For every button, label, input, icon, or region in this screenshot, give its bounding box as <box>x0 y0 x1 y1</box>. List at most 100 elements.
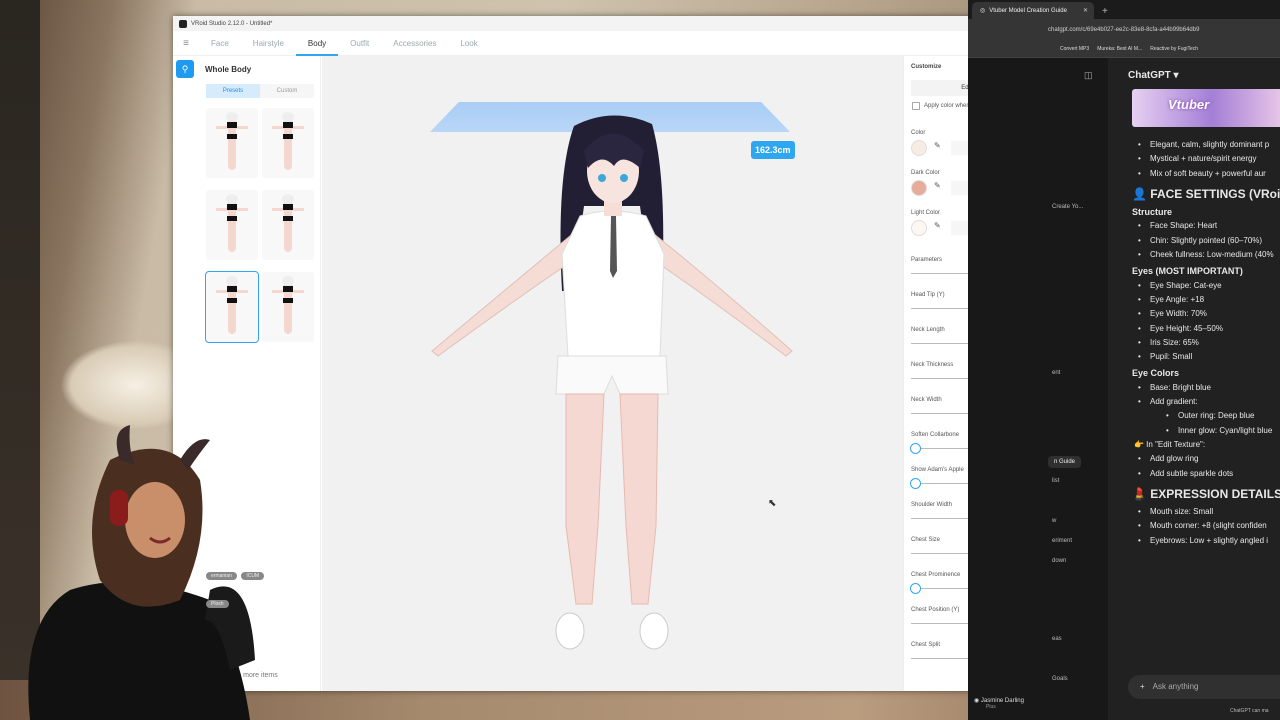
sidebar-toggle-icon[interactable]: ◫ <box>1084 70 1093 81</box>
sub-list-item: Inner glow: Cyan/light blue <box>1132 424 1280 439</box>
preset-item[interactable] <box>262 272 314 342</box>
tab-title: Vtuber Model Creation Guide <box>989 7 1067 14</box>
eyedropper-icon[interactable]: ✎ <box>934 221 941 230</box>
close-tab-icon[interactable]: ✕ <box>1083 7 1088 14</box>
whole-body-category-icon[interactable]: ⚲ <box>176 60 194 78</box>
list-item: Eye Angle: +18 <box>1132 293 1280 308</box>
preset-item[interactable] <box>262 108 314 178</box>
chatgpt-favicon-icon: ◎ <box>980 8 986 14</box>
tab-hairstyle[interactable]: Hairstyle <box>241 31 296 56</box>
avatar-model <box>431 115 793 650</box>
slider-handle[interactable] <box>910 583 921 594</box>
eyedropper-icon[interactable]: ✎ <box>934 181 941 190</box>
checkbox-icon[interactable] <box>912 102 920 110</box>
list-item: Face Shape: Heart <box>1132 219 1280 234</box>
list-item: Add glow ring <box>1132 452 1280 467</box>
bookmarks-bar: Convert MP3 Mureka: Best AI M... Reactiv… <box>968 41 1280 58</box>
expression-heading: 💄 EXPRESSION DETAILS <box>1132 486 1280 501</box>
user-profile[interactable]: ◉ Jasmine Darling Plus <box>974 697 1024 710</box>
dark-color-swatch[interactable] <box>911 180 927 196</box>
chat-history-item[interactable]: Create Yo... <box>1052 204 1083 210</box>
list-item: Mystical + nature/spirit energy <box>1132 152 1280 167</box>
param-label: Chest Prominence <box>911 572 961 578</box>
tab-body[interactable]: Body <box>295 31 339 56</box>
param-label: Shoulder Width <box>911 502 953 508</box>
chat-history-item[interactable]: eas <box>1052 636 1062 642</box>
preset-item[interactable] <box>262 190 314 260</box>
response-content: Elegant, calm, slightly dominant p Mysti… <box>1132 138 1280 548</box>
presets-tab[interactable]: Presets <box>206 84 260 98</box>
browser-window: ◎ Vtuber Model Creation Guide ✕ + chatgp… <box>968 0 1280 720</box>
customize-title: Customize <box>911 64 942 70</box>
face-settings-heading: 👤 FACE SETTINGS (VRoi <box>1132 186 1280 201</box>
sub-list-item: Outer ring: Deep blue <box>1132 409 1280 424</box>
list-item: Eyebrows: Low + slightly angled i <box>1132 534 1280 549</box>
bookmark-item[interactable]: Mureka: Best AI M... <box>1097 46 1142 52</box>
hamburger-menu-icon[interactable]: ≡ <box>173 38 199 49</box>
eyedropper-icon[interactable]: ✎ <box>934 141 941 150</box>
3d-viewport[interactable]: 162.3cm ⬉ <box>322 56 903 691</box>
browser-tabstrip: ◎ Vtuber Model Creation Guide ✕ + <box>968 0 1280 19</box>
chat-input[interactable]: + Ask anything <box>1128 675 1280 699</box>
tab-accessories[interactable]: Accessories <box>381 31 448 56</box>
vroid-logo-icon <box>179 19 187 28</box>
structure-heading: Structure <box>1132 207 1173 218</box>
slider-handle[interactable] <box>910 478 921 489</box>
attach-plus-icon[interactable]: + <box>1140 682 1145 691</box>
param-label: Chest Size <box>911 537 941 543</box>
eyes-heading: Eyes (MOST IMPORTANT) <box>1132 266 1243 277</box>
chatgpt-sidebar: ◫ Create Yo... ent n Guide list w erimen… <box>968 58 1108 720</box>
overlay-tag: Plosh <box>206 600 229 608</box>
light-color-swatch[interactable] <box>911 220 927 236</box>
user-plan: Plus <box>986 704 996 710</box>
list-item: Eye Width: 70% <box>1132 307 1280 322</box>
list-item: Pupil: Small <box>1132 350 1280 365</box>
address-bar[interactable]: chatgpt.com/c/69e4b027-ee2c-83e8-8cfa-a4… <box>968 19 1280 41</box>
chatgpt-main: ChatGPT ▾ Vtuber Elegant, calm, slightly… <box>1108 58 1280 720</box>
browser-tab[interactable]: ◎ Vtuber Model Creation Guide ✕ <box>972 2 1094 19</box>
mouse-cursor-icon: ⬉ <box>768 498 777 509</box>
new-tab-icon[interactable]: + <box>1102 6 1108 17</box>
chat-history-item[interactable]: list <box>1052 478 1059 484</box>
param-label: Neck Length <box>911 327 945 333</box>
list-item: Base: Bright blue <box>1132 381 1280 396</box>
color-swatch[interactable] <box>911 140 927 156</box>
chat-history-item[interactable]: eriment <box>1052 538 1072 544</box>
list-item: Mouth size: Small <box>1132 505 1280 520</box>
generated-image[interactable]: Vtuber <box>1132 89 1280 127</box>
url-text[interactable]: chatgpt.com/c/69e4b027-ee2c-83e8-8cfa-a4… <box>1048 27 1199 33</box>
list-item: Eye Height: 45–50% <box>1132 322 1280 337</box>
slider-handle[interactable] <box>910 443 921 454</box>
overlay-tags: ermanian ICUM Plosh <box>206 564 265 620</box>
disclaimer-text: ChatGPT can ma <box>1230 708 1269 714</box>
list-item: Mix of soft beauty + powerful aur <box>1132 167 1280 182</box>
bookmark-item[interactable]: Convert MP3 <box>1060 46 1089 52</box>
preset-item[interactable] <box>206 190 258 260</box>
tab-outfit[interactable]: Outfit <box>338 31 381 56</box>
chat-history-item[interactable]: down <box>1052 558 1066 564</box>
edit-texture-note: 👉 In "Edit Texture": <box>1134 439 1206 449</box>
chat-history-item[interactable]: w <box>1052 518 1056 524</box>
list-item: Iris Size: 65% <box>1132 336 1280 351</box>
eye-colors-heading: Eye Colors <box>1132 368 1180 379</box>
list-item: Elegant, calm, slightly dominant p <box>1132 138 1280 153</box>
custom-tab[interactable]: Custom <box>260 84 314 98</box>
param-label: Show Adam's Apple <box>911 467 964 473</box>
chat-history-item[interactable]: ent <box>1052 370 1060 376</box>
list-item: Eye Shape: Cat-eye <box>1132 279 1280 294</box>
vroid-title: VRoid Studio 2.12.0 - Untitled* <box>191 20 273 27</box>
tab-face[interactable]: Face <box>199 31 241 56</box>
preset-toggle: Presets Custom <box>206 84 314 98</box>
preset-item-selected[interactable] <box>205 271 259 343</box>
model-selector[interactable]: ChatGPT ▾ <box>1128 70 1179 81</box>
overlay-tag: ICUM <box>241 572 265 580</box>
list-item: Add gradient: <box>1132 395 1280 410</box>
bookmark-item[interactable]: Reactive by FugiTech <box>1150 46 1198 52</box>
tab-look[interactable]: Look <box>448 31 489 56</box>
vroid-window: VRoid Studio 2.12.0 - Untitled* – □ ✕ ≡ … <box>173 16 1050 691</box>
chat-history-item-active[interactable]: n Guide <box>1048 456 1082 468</box>
chat-history-item[interactable]: Goals <box>1052 676 1068 682</box>
preset-item[interactable] <box>206 108 258 178</box>
param-label: Soften Collarbone <box>911 432 960 438</box>
param-label: Parameters <box>911 257 943 263</box>
